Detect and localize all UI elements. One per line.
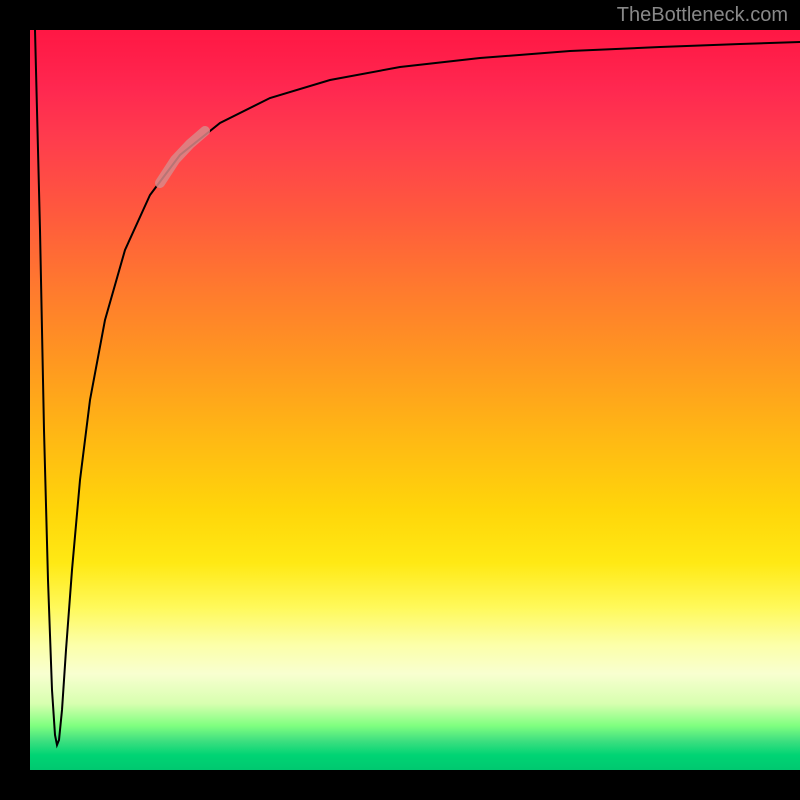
chart-curve-svg [30,30,800,770]
watermark-text: TheBottleneck.com [617,4,788,27]
highlight-segment [160,131,205,183]
main-curve [35,30,800,745]
